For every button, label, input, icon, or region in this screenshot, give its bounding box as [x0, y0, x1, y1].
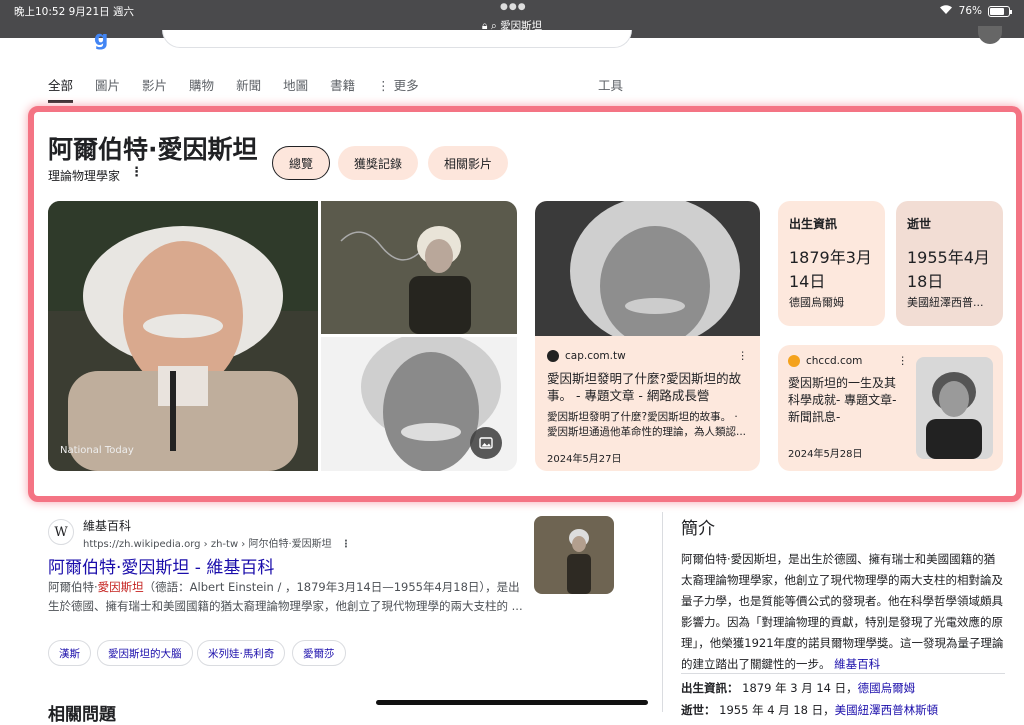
intro-birth-row: 出生資訊： 1879 年 3 月 14 日，德國烏爾姆 — [681, 681, 916, 695]
tab-all[interactable]: 全部 — [48, 75, 74, 103]
wifi-icon — [939, 4, 953, 18]
image-search-icon[interactable] — [470, 427, 502, 459]
result-thumbnail[interactable] — [534, 516, 614, 594]
chip-overview[interactable]: 總覽 — [272, 146, 331, 180]
death-place-link[interactable]: 美國紐澤西普林斯頓 — [835, 703, 939, 717]
card-date: 2024年5月27日 — [547, 454, 622, 465]
chip-related-videos[interactable]: 相關影片 — [428, 146, 509, 180]
death-place: 美國紐澤西普... — [907, 296, 984, 309]
related-pill-brain[interactable]: 愛因斯坦的大腦 — [97, 640, 193, 666]
home-indicator[interactable] — [376, 700, 648, 705]
birth-date: 1879年3月14日 — [789, 248, 872, 291]
chip-awards[interactable]: 獲獎記錄 — [338, 146, 419, 180]
tab-images[interactable]: 圖片 — [95, 75, 120, 103]
tab-more[interactable]: ⋮ 更多 — [377, 75, 418, 103]
search-tabs: 全部 圖片 影片 購物 新聞 地圖 書籍 ⋮ 更多 — [48, 75, 441, 103]
battery-percent: 76% — [958, 5, 982, 17]
battery-icon — [988, 5, 1012, 17]
card-source: cap.com.tw ⋮ — [547, 350, 748, 362]
card-thumbnail — [916, 357, 993, 459]
birth-place-link[interactable]: 德國烏爾姆 — [858, 681, 916, 695]
tab-books[interactable]: 書籍 — [330, 75, 355, 103]
tab-news[interactable]: 新聞 — [236, 75, 261, 103]
divider — [681, 673, 1005, 674]
intro-death-row: 逝世： 1955 年 4 月 18 日，美國紐澤西普林斯頓 — [681, 703, 939, 717]
search-input[interactable] — [162, 30, 632, 48]
entity-subtitle: 理論物理學家 — [48, 169, 121, 183]
result-menu-icon[interactable]: ⋮ — [341, 539, 351, 550]
card-title: 愛因斯坦發明了什麼?愛因斯坦的故事。 - 專題文章 - 網路成長營 — [547, 371, 742, 403]
card-source: chccd.com ⋮ — [788, 355, 908, 367]
intro-source-link[interactable]: 維基百科 — [834, 657, 880, 671]
more-options-icon[interactable]: ⋮ — [130, 165, 143, 180]
article-card-cap[interactable]: cap.com.tw ⋮ 愛因斯坦發明了什麼?愛因斯坦的故事。 - 專題文章 -… — [535, 201, 760, 471]
status-time: 晚上10:52 9月21日 週六 — [14, 6, 134, 18]
tools-button[interactable]: 工具 — [598, 75, 623, 94]
avatar[interactable] — [978, 26, 1002, 44]
tab-videos[interactable]: 影片 — [142, 75, 167, 103]
death-label: 逝世 — [907, 217, 932, 231]
result-site-name[interactable]: 維基百科 — [83, 517, 131, 534]
card-snippet: 愛因斯坦發明了什麼?愛因斯坦的故事。 · 愛因斯坦通過他革命性的理論，為人類認.… — [547, 411, 747, 438]
intro-text: 阿爾伯特·愛因斯坦，是出生於德國、擁有瑞士和美國國籍的猶太裔理論物理學家，他創立… — [681, 552, 1004, 671]
death-date: 1955年4月18日 — [907, 248, 990, 291]
card-date: 2024年5月28日 — [788, 449, 863, 460]
article-thumbnail — [535, 201, 760, 346]
result-title-link[interactable]: 阿爾伯特·愛因斯坦 - 維基百科 — [48, 553, 274, 578]
tab-maps[interactable]: 地圖 — [283, 75, 308, 103]
image-source-caption: National Today — [60, 445, 134, 456]
card-title: 愛因斯坦的一生及其科學成就- 專題文章- 新聞訊息- — [788, 376, 897, 424]
entity-title: 阿爾伯特·愛因斯坦 — [48, 135, 258, 164]
einstein-photo-blackboard[interactable] — [321, 201, 517, 334]
related-questions-title: 相關問題 — [48, 705, 116, 725]
birth-place: 德國烏爾姆 — [789, 296, 844, 309]
wikipedia-icon: W — [48, 519, 74, 545]
card-menu-icon[interactable]: ⋮ — [898, 355, 909, 367]
multitask-dots-icon[interactable]: ●●● — [500, 2, 527, 12]
birth-info-card[interactable]: 出生資訊 1879年3月14日 德國烏爾姆 — [778, 201, 885, 326]
site-favicon-icon — [788, 355, 800, 367]
birth-label: 出生資訊 — [789, 217, 838, 231]
result-url[interactable]: https://zh.wikipedia.org › zh-tw › 阿尔伯特·… — [83, 535, 351, 550]
divider — [662, 512, 663, 712]
related-pill-elsa[interactable]: 愛爾莎 — [292, 640, 346, 666]
article-card-chccd[interactable]: chccd.com ⋮ 愛因斯坦的一生及其科學成就- 專題文章- 新聞訊息- 2… — [778, 345, 1003, 471]
related-pill-hans[interactable]: 漢斯 — [48, 640, 91, 666]
einstein-photo-main[interactable] — [48, 201, 318, 471]
tab-shopping[interactable]: 購物 — [189, 75, 214, 103]
intro-title: 簡介 — [681, 519, 715, 539]
related-pill-mileva[interactable]: 米列娃·馬利奇 — [197, 640, 286, 666]
card-menu-icon[interactable]: ⋮ — [738, 350, 749, 362]
death-info-card[interactable]: 逝世 1955年4月18日 美國紐澤西普... — [896, 201, 1003, 326]
site-favicon-icon — [547, 350, 559, 362]
result-snippet: 阿爾伯特·愛因斯坦（德語：Albert Einstein / ，1879年3月1… — [48, 580, 523, 613]
google-logo[interactable]: g — [94, 26, 108, 50]
